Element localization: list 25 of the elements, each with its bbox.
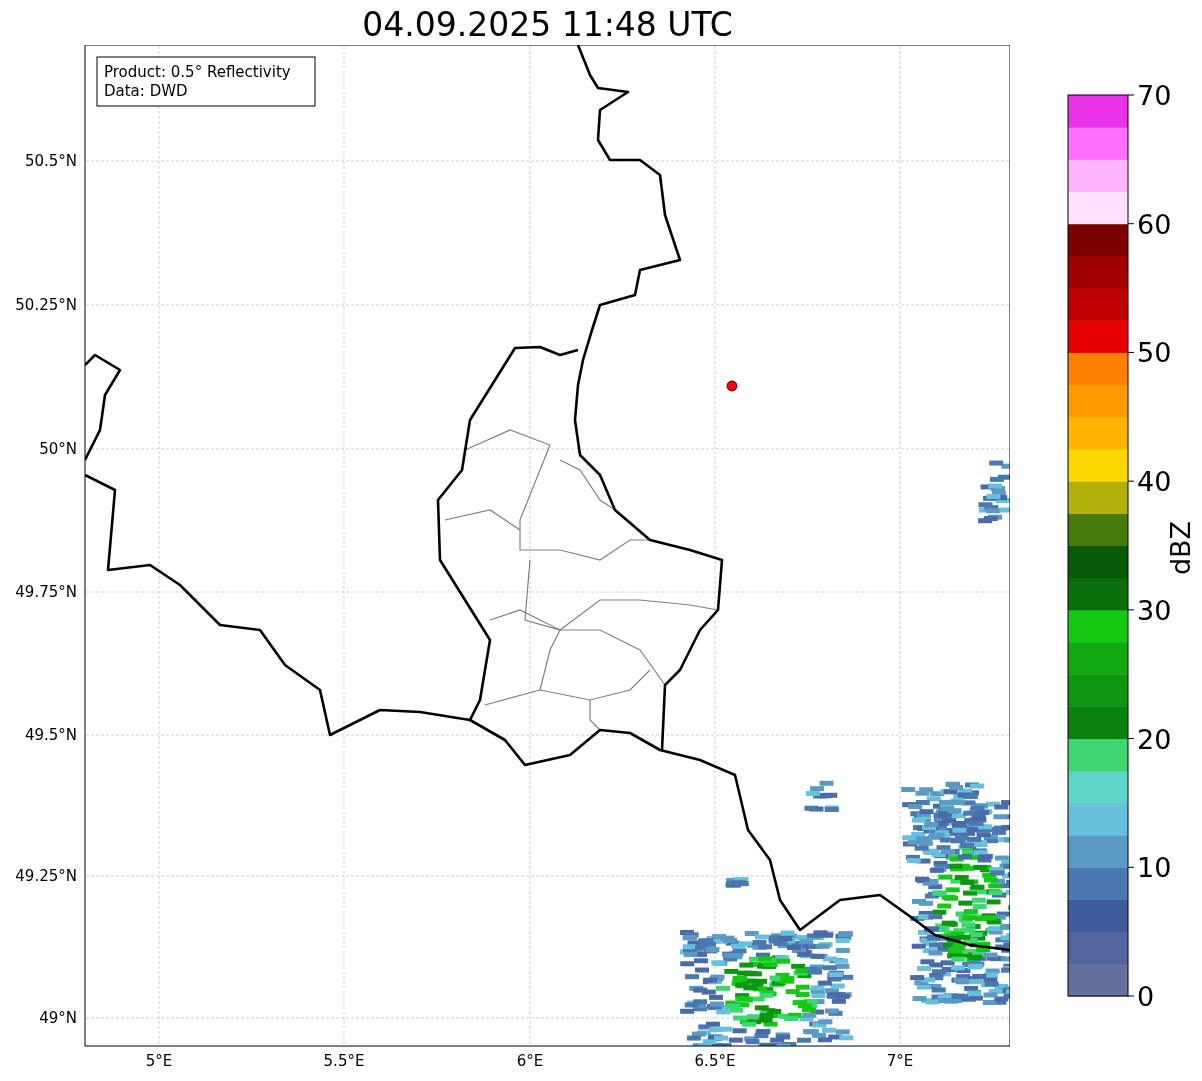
y-tick-label: 49.75°N — [15, 583, 77, 601]
y-tick-label: 50°N — [39, 440, 77, 458]
colorbar-tick-label: 50 — [1137, 337, 1172, 369]
radar-site-marker — [726, 380, 738, 392]
colorbar-tick-label: 0 — [1137, 981, 1155, 1012]
y-tick-label: 49.5°N — [24, 726, 77, 744]
legend-text: Product: 0.5° Reflectivity — [104, 63, 291, 81]
x-tick-label: 5.5°E — [323, 1052, 365, 1070]
y-tick-label: 49.25°N — [15, 867, 77, 885]
x-tick-label: 5°E — [145, 1052, 173, 1070]
chart-title: 04.09.2025 11:48 UTC — [362, 4, 733, 41]
y-tick-label: 49°N — [39, 1009, 77, 1027]
colorbar-tick-label: 30 — [1137, 594, 1172, 626]
colorbar-label: dBZ — [1165, 520, 1196, 576]
x-tick-label: 6°E — [516, 1052, 544, 1070]
x-tick-label: 6.5°E — [694, 1052, 736, 1070]
colorbar-tick-label: 40 — [1137, 466, 1172, 498]
colorbar-tick-label: 10 — [1137, 852, 1172, 884]
colorbar-tick-label: 60 — [1137, 208, 1172, 240]
colorbar-tick-label: 20 — [1137, 723, 1172, 755]
y-tick-label: 50.5°N — [24, 152, 77, 170]
legend-text: Data: DWD — [104, 82, 188, 100]
y-tick-label: 50.25°N — [15, 296, 77, 314]
x-tick-label: 7°E — [886, 1052, 914, 1070]
colorbar-tick-label: 70 — [1137, 80, 1172, 111]
